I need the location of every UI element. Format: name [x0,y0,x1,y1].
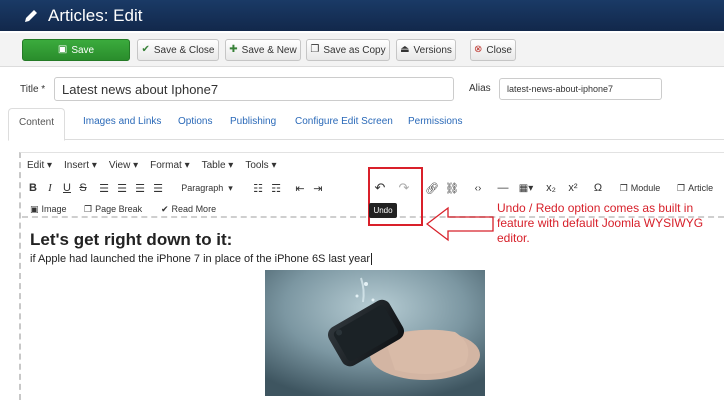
versions-button[interactable]: ⏏ Versions [396,39,456,61]
title-label: Title * [20,84,46,95]
action-toolbar: ▣ Save ✔ Save & Close ✚ Save & New ❐ Sav… [0,33,724,67]
save-button[interactable]: ▣ Save [22,39,130,61]
page-break-icon: ❐ [84,203,93,214]
bullet-list-icon[interactable]: ☷ [251,180,265,196]
code-icon[interactable]: ‹› [471,180,485,196]
save-as-copy-button[interactable]: ❐ Save as Copy [306,39,390,61]
tab-content[interactable]: Content [8,108,66,141]
content-heading: Let's get right down to it: [30,230,233,249]
numbered-list-icon[interactable]: ☶ [269,180,283,196]
indent-icon[interactable]: ⇥ [311,180,325,196]
alias-input[interactable]: latest-news-about-iphone7 [499,78,662,100]
superscript-icon[interactable]: x² [565,180,581,196]
versions-icon: ⏏ [400,44,410,55]
table-icon[interactable]: ▦▾ [515,180,537,196]
close-icon: ⊗ [474,44,483,55]
special-character-icon[interactable]: Ω [591,180,605,196]
align-justify-icon[interactable]: ☰ [151,180,165,196]
horizontal-rule-icon[interactable]: — [495,180,511,196]
align-right-icon[interactable]: ☰ [133,180,147,196]
page-title: Articles: Edit [48,6,143,25]
paragraph-select[interactable]: Paragraph ▾ [177,180,237,196]
tab-images-and-links[interactable]: Images and Links [83,116,161,127]
title-input[interactable]: Latest news about Iphone7 [54,77,454,101]
insert-module-button[interactable]: ❐ Module [611,180,669,196]
menu-table[interactable]: Table ▾ [202,160,234,174]
tab-configure-edit-screen[interactable]: Configure Edit Screen [295,116,393,127]
strikethrough-icon[interactable]: S [77,180,89,196]
content-paragraph: if Apple had launched the iPhone 7 in pl… [30,253,373,266]
save-new-button[interactable]: ✚ Save & New [225,39,301,61]
save-close-button[interactable]: ✔ Save & Close [137,39,219,61]
undo-tooltip: Undo [369,203,397,218]
image-icon: ▣ [30,203,39,214]
alias-label: Alias [469,83,491,94]
italic-icon[interactable]: I [44,180,56,196]
arrow-icon [426,206,494,242]
tab-permissions[interactable]: Permissions [408,116,462,127]
content-image [265,270,485,396]
text-caret [371,253,373,266]
read-more-icon: ✔ [161,203,169,214]
unlink-icon[interactable]: ⛓︎ [445,180,459,196]
article-icon: ❐ [677,182,686,193]
page-break-button[interactable]: ❐ Page Break [84,201,142,217]
edit-tabs: Content Images and Links Options Publish… [8,108,724,141]
insert-image-button[interactable]: ▣ Image [30,201,67,217]
save-icon: ▣ [57,44,68,55]
close-button[interactable]: ⊗ Close [470,39,516,61]
menu-insert[interactable]: Insert ▾ [64,160,97,174]
insert-article-button[interactable]: ❐ Article [677,180,724,196]
copy-icon: ❐ [310,44,320,55]
page-header: Articles: Edit [0,0,724,31]
plus-icon: ✚ [229,44,238,55]
subscript-icon[interactable]: x₂ [543,180,559,196]
outdent-icon[interactable]: ⇤ [293,180,307,196]
align-left-icon[interactable]: ☰ [97,180,111,196]
menu-tools[interactable]: Tools ▾ [245,160,276,174]
editor-menubar: Edit ▾ Insert ▾ View ▾ Format ▾ Table ▾ … [27,160,276,174]
menu-edit[interactable]: Edit ▾ [27,160,52,174]
menu-view[interactable]: View ▾ [109,160,138,174]
underline-icon[interactable]: U [61,180,73,196]
bold-icon[interactable]: B [27,180,39,196]
tab-publishing[interactable]: Publishing [230,116,276,127]
pencil-icon [25,10,37,22]
menu-format[interactable]: Format ▾ [150,160,189,174]
check-icon: ✔ [141,44,150,55]
module-icon: ❐ [619,182,628,193]
align-center-icon[interactable]: ☰ [115,180,129,196]
annotation-callout: Undo / Redo option comes as built in fea… [497,201,704,245]
read-more-button[interactable]: ✔ Read More [161,201,216,217]
tab-options[interactable]: Options [178,116,212,127]
link-icon[interactable]: 🔗︎ [425,180,439,196]
